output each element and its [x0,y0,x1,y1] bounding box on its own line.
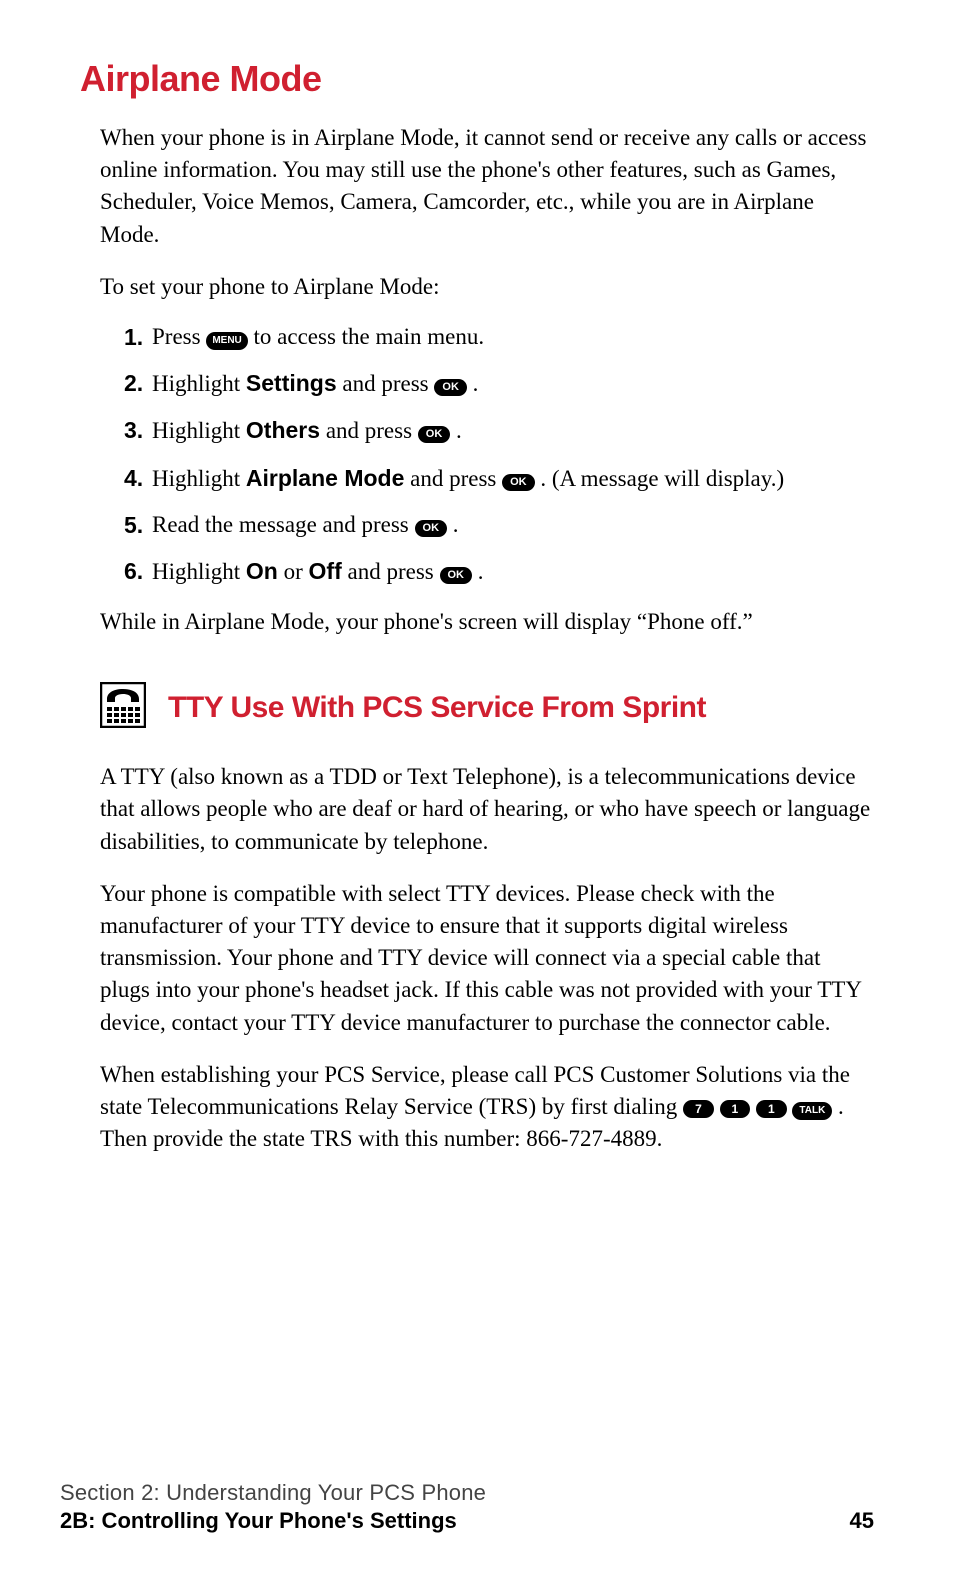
ok-key-icon: OK [418,426,451,443]
airplane-mode-label: Airplane Mode [246,465,404,491]
step-1: 1. Press MENU to access the main menu. [124,321,874,353]
text: or [278,559,309,584]
off-label: Off [309,558,342,584]
airplane-mode-steps: 1. Press MENU to access the main menu. 2… [124,321,874,588]
step-number: 3. [124,414,152,447]
step-text: Highlight On or Off and press OK . [152,555,874,588]
settings-label: Settings [246,370,337,396]
footer-section-line: Section 2: Understanding Your PCS Phone [60,1480,874,1506]
ok-key-icon: OK [434,379,467,396]
step-2: 2. Highlight Settings and press OK . [124,367,874,400]
text: and press [337,371,435,396]
step-4: 4. Highlight Airplane Mode and press OK … [124,462,874,495]
page-number: 45 [850,1508,874,1534]
text: and press [342,559,440,584]
text: Highlight [152,466,246,491]
tty-heading-row: TTY Use With PCS Service From Sprint [100,682,874,733]
step-text: Highlight Settings and press OK . [152,367,874,400]
step-text: Read the message and press OK . [152,509,874,541]
text: . (A message will display.) [535,466,785,491]
ok-key-icon: OK [502,474,535,491]
step-number: 2. [124,367,152,400]
text: . [472,559,484,584]
step-number: 4. [124,462,152,495]
tty-paragraph-2: Your phone is compatible with select TTY… [100,878,874,1039]
others-label: Others [246,417,320,443]
tty-heading: TTY Use With PCS Service From Sprint [168,691,706,725]
step-text: Press MENU to access the main menu. [152,321,874,353]
airplane-mode-body: When your phone is in Airplane Mode, it … [100,122,874,1155]
text: Highlight [152,559,246,584]
ok-key-icon: OK [440,567,473,584]
footer-subsection-line: 2B: Controlling Your Phone's Settings [60,1508,457,1534]
step-6: 6. Highlight On or Off and press OK . [124,555,874,588]
tty-icon [100,682,146,733]
airplane-mode-after: While in Airplane Mode, your phone's scr… [100,606,874,638]
page-footer: Section 2: Understanding Your PCS Phone … [60,1480,874,1534]
airplane-mode-heading: Airplane Mode [80,58,874,100]
menu-key-icon: MENU [206,332,247,350]
text: . [467,371,479,396]
airplane-mode-leadin: To set your phone to Airplane Mode: [100,271,874,303]
tty-paragraph-1: A TTY (also known as a TDD or Text Telep… [100,761,874,858]
step-number: 6. [124,555,152,588]
talk-key-icon: TALK [792,1102,832,1120]
text: Read the message and press [152,512,415,537]
footer-bottom-row: 2B: Controlling Your Phone's Settings 45 [60,1508,874,1534]
manual-page: Airplane Mode When your phone is in Airp… [0,0,954,1590]
step-5: 5. Read the message and press OK . [124,509,874,541]
text: to access the main menu. [248,324,484,349]
key-1-icon: 1 [720,1100,751,1118]
on-label: On [246,558,278,584]
key-7-icon: 7 [683,1100,714,1118]
step-number: 1. [124,321,152,353]
step-text: Highlight Airplane Mode and press OK . (… [152,462,874,495]
text: Highlight [152,418,246,443]
text: Highlight [152,371,246,396]
text: . [450,418,462,443]
step-number: 5. [124,509,152,541]
step-text: Highlight Others and press OK . [152,414,874,447]
airplane-mode-paragraph: When your phone is in Airplane Mode, it … [100,122,874,251]
text: Press [152,324,206,349]
ok-key-icon: OK [415,520,448,537]
tty-paragraph-3: When establishing your PCS Service, plea… [100,1059,874,1156]
step-3: 3. Highlight Others and press OK . [124,414,874,447]
text: and press [404,466,502,491]
text: . [447,512,459,537]
key-1-icon: 1 [756,1100,787,1118]
text: and press [320,418,418,443]
